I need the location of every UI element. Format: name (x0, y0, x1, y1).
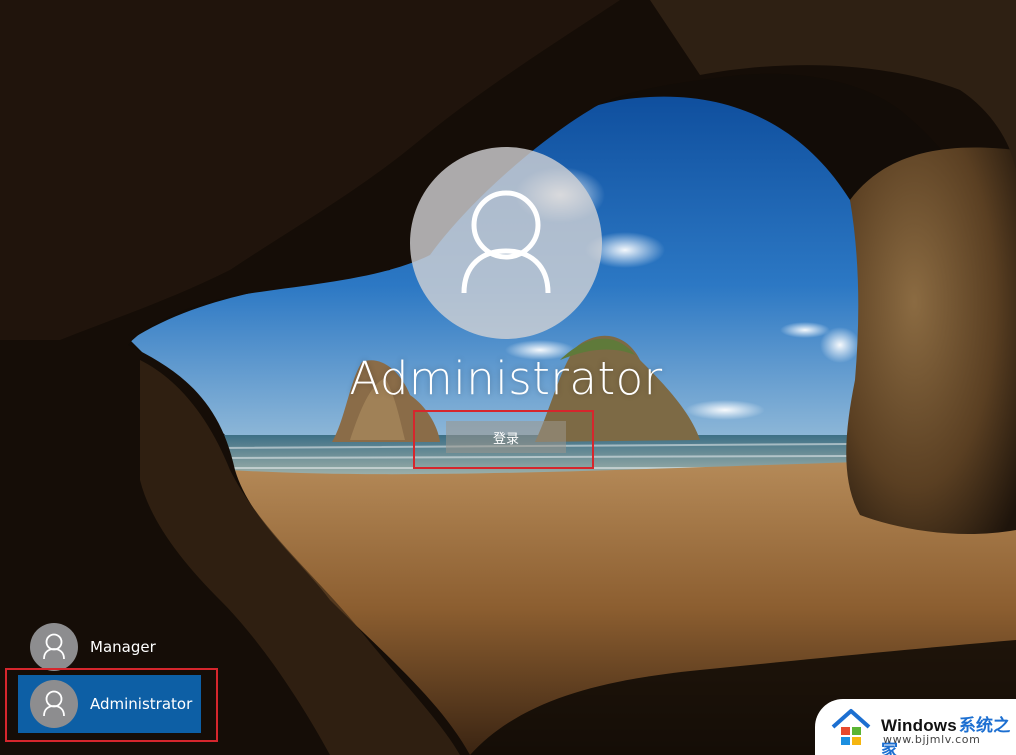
user-switch-label: Manager (90, 638, 156, 656)
site-watermark: Windows 系统之家 www.bjjmlv.com (815, 699, 1016, 755)
sign-in-annotation-box (413, 410, 594, 469)
user-silhouette-icon (461, 190, 551, 294)
current-username: Administrator (349, 352, 663, 405)
user-avatar (410, 147, 602, 339)
watermark-url: www.bjjmlv.com (883, 733, 981, 746)
user-silhouette-icon (43, 633, 65, 660)
selected-user-annotation-box (5, 668, 218, 742)
user-avatar-small (30, 623, 78, 671)
house-windows-logo-icon (831, 709, 871, 745)
